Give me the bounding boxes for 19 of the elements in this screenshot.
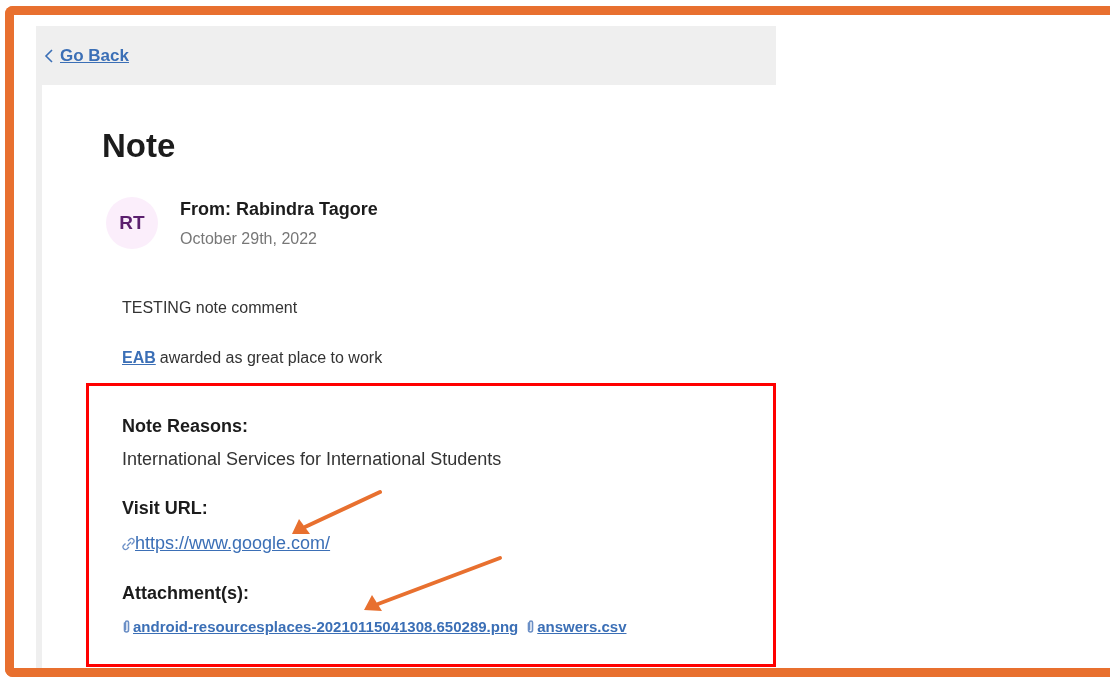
paperclip-icon	[526, 618, 536, 634]
section-label: Attachment(s):	[122, 582, 250, 604]
url-link[interactable]: https://www.google.com/	[122, 533, 331, 554]
chevron-left-icon	[44, 48, 54, 63]
note-text: awarded as great place to work	[159, 349, 383, 366]
note-text: TESTING note comment	[122, 299, 299, 317]
author-name: From: Rabindra Tagore	[180, 198, 378, 220]
eab-link[interactable]: EAB	[122, 349, 156, 366]
note-date: October 29th, 2022	[180, 229, 318, 248]
go-back-link[interactable]: Go Back	[60, 45, 129, 66]
attachment-link[interactable]: answers.csv	[526, 617, 627, 635]
section-label: Visit URL:	[122, 498, 209, 519]
link-icon	[122, 536, 135, 551]
section-label: Note Reasons:	[122, 416, 250, 437]
note-reason: International Services for International Students	[122, 449, 503, 470]
paperclip-icon	[122, 618, 131, 634]
attachment-link[interactable]: android-resourcesplaces-20210115041308.650289.png	[122, 617, 519, 635]
note-title: Note	[102, 127, 177, 165]
author-avatar: RT	[106, 197, 158, 249]
